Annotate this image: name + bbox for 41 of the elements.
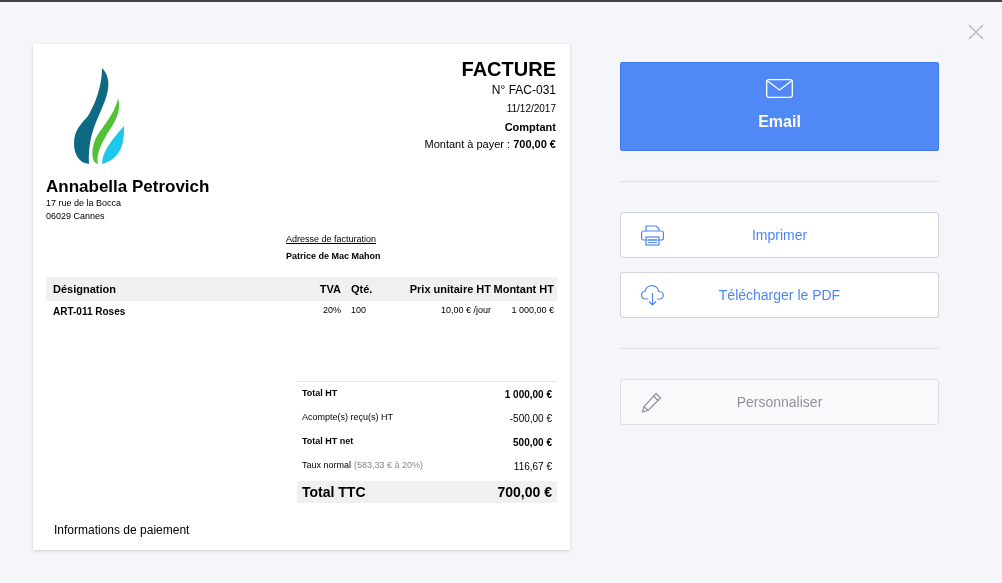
total-label: Acompte(s) reçu(s) HT [302,411,393,425]
billing-name: Patrice de Mac Mahon [286,249,382,263]
section-heading: Informations de paiement [54,522,191,539]
total-label: Total TTC [302,482,366,502]
table-cell-text: 100 [350,304,368,318]
column-header: TVA [318,281,341,297]
total-note: (583,33 € à 20%) [354,459,424,473]
total-label: Taux normal [302,459,352,473]
envelope-icon [766,79,793,98]
table-cell-text: 20% [322,304,341,318]
total-value: 1 000,00 € [504,387,552,402]
email-button[interactable]: Email [620,62,939,151]
close-button[interactable] [966,22,986,42]
action-button[interactable]: Imprimer [620,212,939,258]
table-cell-text: 1 000,00 € [510,304,555,318]
address-line: 06029 Cannes [46,210,106,223]
column-header: Qté. [350,281,374,297]
column-header: Montant HT [492,281,555,297]
amount-due: Montant à payer : 700,00 € [424,136,556,152]
billing-label: Adresse de facturation [286,233,378,246]
total-value: 500,00 € [513,435,552,450]
table-cell-text: ART-011 Roses [52,304,127,319]
invoice-number: N° FAC-031 [491,82,556,99]
close-icon [968,24,984,40]
total-value: 116,67 € [513,459,552,474]
total-value: -500,00 € [509,411,552,426]
address-line: 17 rue de la Bocca [46,197,123,210]
invoice-title: FACTURE [461,58,556,80]
action-button[interactable]: Télécharger le PDF [620,272,939,318]
invoice-date: 11/12/2017 [506,102,556,116]
total-value: 700,00 € [497,482,552,502]
payment-terms: Comptant [504,120,556,135]
total-label: Total HT [302,387,338,401]
client-name: Annabella Petrovich [46,177,211,197]
total-label: Total HT net [302,435,354,449]
table-cell-text: 10,00 € /jour [439,304,491,318]
column-header: Désignation [52,281,117,297]
printer-icon [641,225,664,246]
cloud-download-icon [641,285,664,306]
pencil-icon [641,392,662,413]
column-header: Prix unitaire HT [408,281,491,297]
